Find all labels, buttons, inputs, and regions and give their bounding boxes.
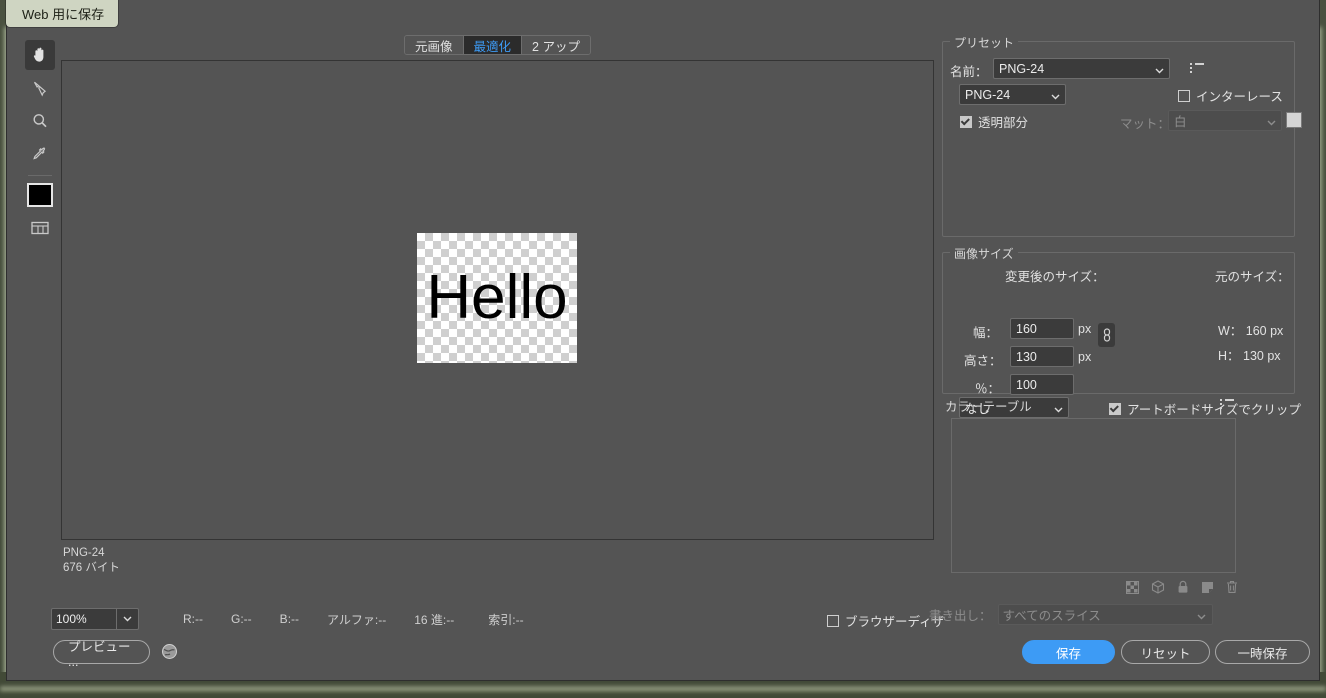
file-format-select[interactable]: PNG-24: [959, 84, 1066, 105]
slice-select-tool[interactable]: [25, 73, 55, 103]
transparency-icon: [1126, 580, 1139, 599]
image-size-group-legend: 画像サイズ: [950, 245, 1018, 262]
preset-name-select[interactable]: PNG-24: [993, 58, 1170, 79]
matte-color-swatch[interactable]: [1286, 112, 1302, 128]
matte-value: 白: [1174, 115, 1187, 129]
tools-panel: [25, 40, 55, 246]
export-slices-value: すべてのスライス: [1002, 609, 1101, 623]
readout-g: G:--: [231, 612, 252, 626]
browser-globe-icon[interactable]: [161, 643, 178, 665]
preview-button[interactable]: プレビュー ...: [53, 640, 150, 669]
color-table-menu-icon[interactable]: [1220, 399, 1234, 410]
web-shift-icon: [1151, 580, 1165, 599]
preset-menu-icon[interactable]: [1190, 63, 1204, 74]
height-input[interactable]: 130: [1010, 346, 1074, 367]
original-width-value: W： 160 px: [1218, 324, 1284, 338]
color-table-swatches[interactable]: [951, 418, 1236, 573]
browser-dither-row[interactable]: ブラウザーディザ: [827, 611, 944, 630]
export-slices-select: すべてのスライス: [997, 604, 1213, 625]
chevron-down-icon: [1197, 609, 1206, 623]
zoom-tool[interactable]: [25, 106, 55, 136]
eyedropper-tool[interactable]: [25, 139, 55, 169]
readout-alpha: アルファ:--: [327, 612, 387, 627]
height-value: 130: [1016, 349, 1037, 364]
export-row: 書き出し： すべてのスライス: [929, 604, 1213, 625]
lock-icon: [1177, 580, 1189, 599]
original-size-label: 元のサイズ：: [1215, 270, 1290, 284]
readout-r: R:--: [183, 612, 203, 626]
tab-2up[interactable]: 2 アップ: [522, 36, 590, 54]
color-table-toolbar: [1126, 580, 1238, 599]
delete-color-icon: [1226, 580, 1238, 599]
width-label: 幅：: [973, 326, 999, 340]
matte-label: マット：: [1120, 117, 1171, 131]
clip-to-artboard-checkbox[interactable]: [1109, 402, 1121, 415]
readout-index: 索引:--: [488, 612, 524, 627]
image-text-content: Hello: [426, 263, 568, 332]
dialog-titlebar: Web 用に保存: [0, 0, 1326, 27]
toolbar-divider: [28, 175, 52, 176]
readout-hex: 16 進:--: [414, 612, 455, 627]
transparency-checkbox[interactable]: [960, 115, 972, 128]
transparency-row[interactable]: 透明部分: [960, 112, 1028, 131]
dialog-title: Web 用に保存: [6, 0, 119, 27]
width-input[interactable]: 160: [1010, 318, 1074, 339]
readout-b: B:--: [279, 612, 300, 626]
hand-tool[interactable]: [25, 40, 55, 70]
height-unit: px: [1078, 350, 1092, 364]
foreground-color-swatch[interactable]: [27, 183, 53, 207]
preset-name-label: 名前：: [950, 65, 988, 79]
color-table-title: カラーテーブル: [945, 400, 1032, 414]
clip-to-artboard-row[interactable]: アートボードサイズでクリップ: [1109, 399, 1301, 418]
optimized-format-label: PNG-24: [63, 547, 105, 559]
new-size-label: 変更後のサイズ：: [1005, 270, 1105, 284]
tab-optimized[interactable]: 最適化: [463, 36, 523, 54]
height-label: 高さ：: [964, 354, 1002, 368]
interlace-label: インターレース: [1196, 90, 1283, 104]
view-mode-tabs: 元画像 最適化 2 アップ: [404, 35, 591, 55]
interlace-row[interactable]: インターレース: [1178, 86, 1283, 105]
file-format-value: PNG-24: [965, 87, 1011, 102]
zoom-level-select[interactable]: 100%: [51, 608, 139, 630]
zoom-level-value: 100%: [56, 612, 87, 626]
new-color-icon: [1201, 581, 1214, 599]
optimized-filesize-label: 676 バイト: [63, 562, 120, 574]
save-for-web-dialog: 元画像 最適化 2 アップ Hello PNG-24 676 バイト 100% …: [6, 0, 1320, 681]
image-preview-canvas[interactable]: Hello: [61, 60, 934, 540]
percent-input[interactable]: 100: [1010, 374, 1074, 395]
chevron-down-icon: [116, 609, 138, 629]
chevron-down-icon: [1054, 402, 1063, 416]
reset-button[interactable]: リセット: [1121, 640, 1210, 664]
optimization-info: PNG-24 676 バイト: [63, 546, 120, 576]
preset-group-legend: プリセット: [950, 34, 1019, 51]
toggle-slice-visibility-icon[interactable]: [25, 213, 55, 243]
interlace-checkbox[interactable]: [1178, 89, 1190, 102]
browser-dither-checkbox[interactable]: [827, 614, 839, 627]
width-value: 160: [1016, 321, 1037, 336]
chevron-down-icon: [1267, 115, 1276, 129]
tab-original[interactable]: 元画像: [405, 36, 464, 54]
constrain-proportions-icon[interactable]: [1098, 323, 1115, 347]
export-label: 書き出し：: [929, 609, 992, 623]
original-height-value: H： 130 px: [1218, 349, 1281, 363]
save-button[interactable]: 保存: [1022, 640, 1115, 664]
optimized-image: Hello: [417, 233, 577, 363]
preset-name-value: PNG-24: [999, 61, 1045, 76]
width-unit: px: [1078, 322, 1092, 336]
chevron-down-icon: [1051, 89, 1060, 103]
matte-select: 白: [1168, 110, 1282, 131]
blurred-bottom-strip: [0, 685, 1326, 692]
chevron-down-icon: [1155, 63, 1164, 77]
temp-save-button[interactable]: 一時保存: [1215, 640, 1310, 664]
percent-label: ％：: [975, 382, 1001, 396]
transparency-label: 透明部分: [978, 116, 1029, 130]
clip-to-artboard-label: アートボードサイズでクリップ: [1127, 403, 1301, 417]
percent-value: 100: [1016, 377, 1037, 392]
